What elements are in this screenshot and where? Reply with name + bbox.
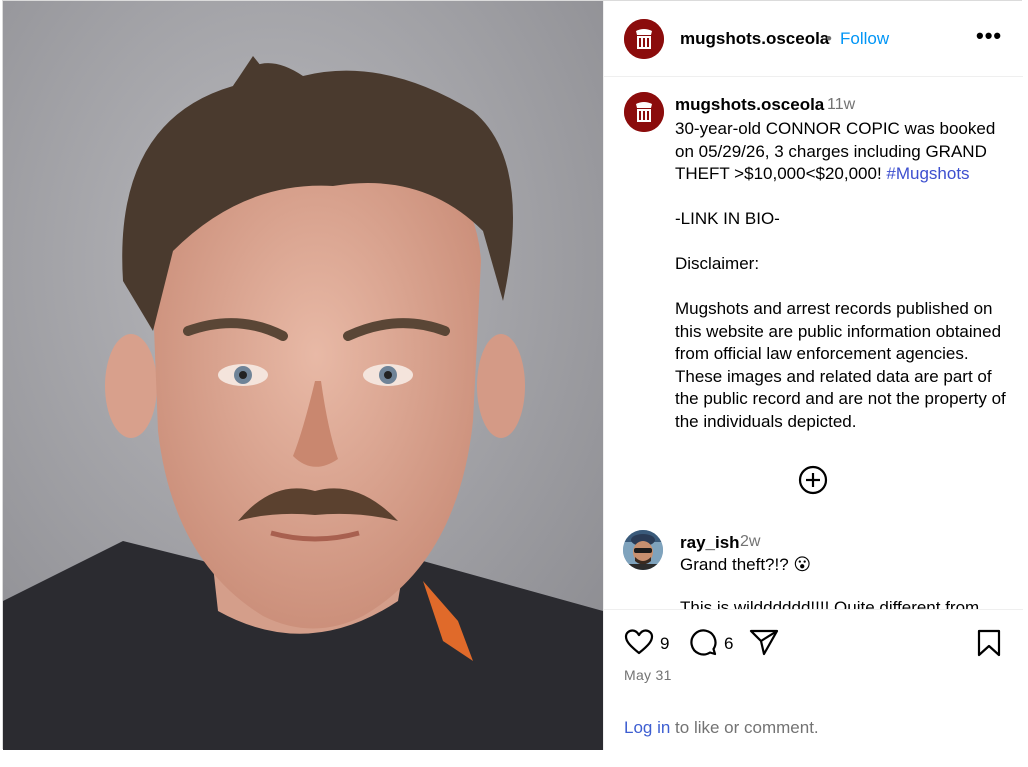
user-photo-icon xyxy=(623,530,663,570)
post-card: mugshots.osceola • Follow ••• mugshots.o… xyxy=(2,0,1023,750)
post-actions: 9 6 May 31 Log in to like or comment. xyxy=(604,609,1023,751)
post-date[interactable]: May 31 xyxy=(624,667,672,683)
heart-icon xyxy=(624,629,654,655)
profile-avatar[interactable] xyxy=(624,19,664,59)
comment-text: Grand theft?!? 😮 xyxy=(680,555,812,574)
login-prompt-text: to like or comment. xyxy=(670,718,819,737)
login-link[interactable]: Log in xyxy=(624,718,670,737)
load-more-comments-button[interactable] xyxy=(797,464,829,496)
add-circle-icon xyxy=(798,465,828,495)
hashtag-link[interactable]: #Mugshots xyxy=(886,164,969,183)
comment-username[interactable]: ray_ish xyxy=(680,533,740,553)
post-side-panel: mugshots.osceola • Follow ••• mugshots.o… xyxy=(603,1,1023,750)
like-button[interactable] xyxy=(624,628,654,661)
disclaimer-title: Disclaimer: xyxy=(675,254,760,273)
share-icon xyxy=(749,629,779,656)
next-comment-text: This is wildddddd!!!! Quite different fr… xyxy=(680,598,980,609)
comment-avatar[interactable] xyxy=(623,530,663,570)
comment-button[interactable] xyxy=(688,627,718,662)
save-button[interactable] xyxy=(976,628,1002,663)
shield-logo-icon xyxy=(624,92,664,132)
shield-logo-icon xyxy=(624,19,664,59)
like-count[interactable]: 9 xyxy=(660,634,669,654)
bookmark-icon xyxy=(977,629,1001,657)
more-icon[interactable]: ••• xyxy=(976,23,1002,49)
share-button[interactable] xyxy=(748,627,780,662)
follow-button[interactable]: Follow xyxy=(840,29,889,49)
caption-username[interactable]: mugshots.osceola xyxy=(675,95,824,115)
caption-time[interactable]: 11w xyxy=(827,96,855,114)
post-image[interactable] xyxy=(3,1,603,750)
comments-area[interactable]: mugshots.osceola 11w 30-year-old CONNOR … xyxy=(604,77,1023,609)
caption-link-line: -LINK IN BIO- xyxy=(675,209,780,228)
comment-icon xyxy=(690,629,717,656)
login-prompt: Log in to like or comment. xyxy=(624,718,819,738)
caption-text: 30-year-old CONNOR COPIC was booked on 0… xyxy=(675,118,1010,433)
disclaimer-body: Mugshots and arrest records published on… xyxy=(675,299,1006,431)
mugshot-photo xyxy=(3,1,603,750)
separator-dot: • xyxy=(826,29,832,48)
caption-avatar[interactable] xyxy=(624,92,664,132)
comment-count[interactable]: 6 xyxy=(724,634,733,654)
comment-time[interactable]: 2w xyxy=(740,533,760,551)
header-username[interactable]: mugshots.osceola xyxy=(680,29,829,49)
post-header: mugshots.osceola • Follow ••• xyxy=(604,1,1023,77)
